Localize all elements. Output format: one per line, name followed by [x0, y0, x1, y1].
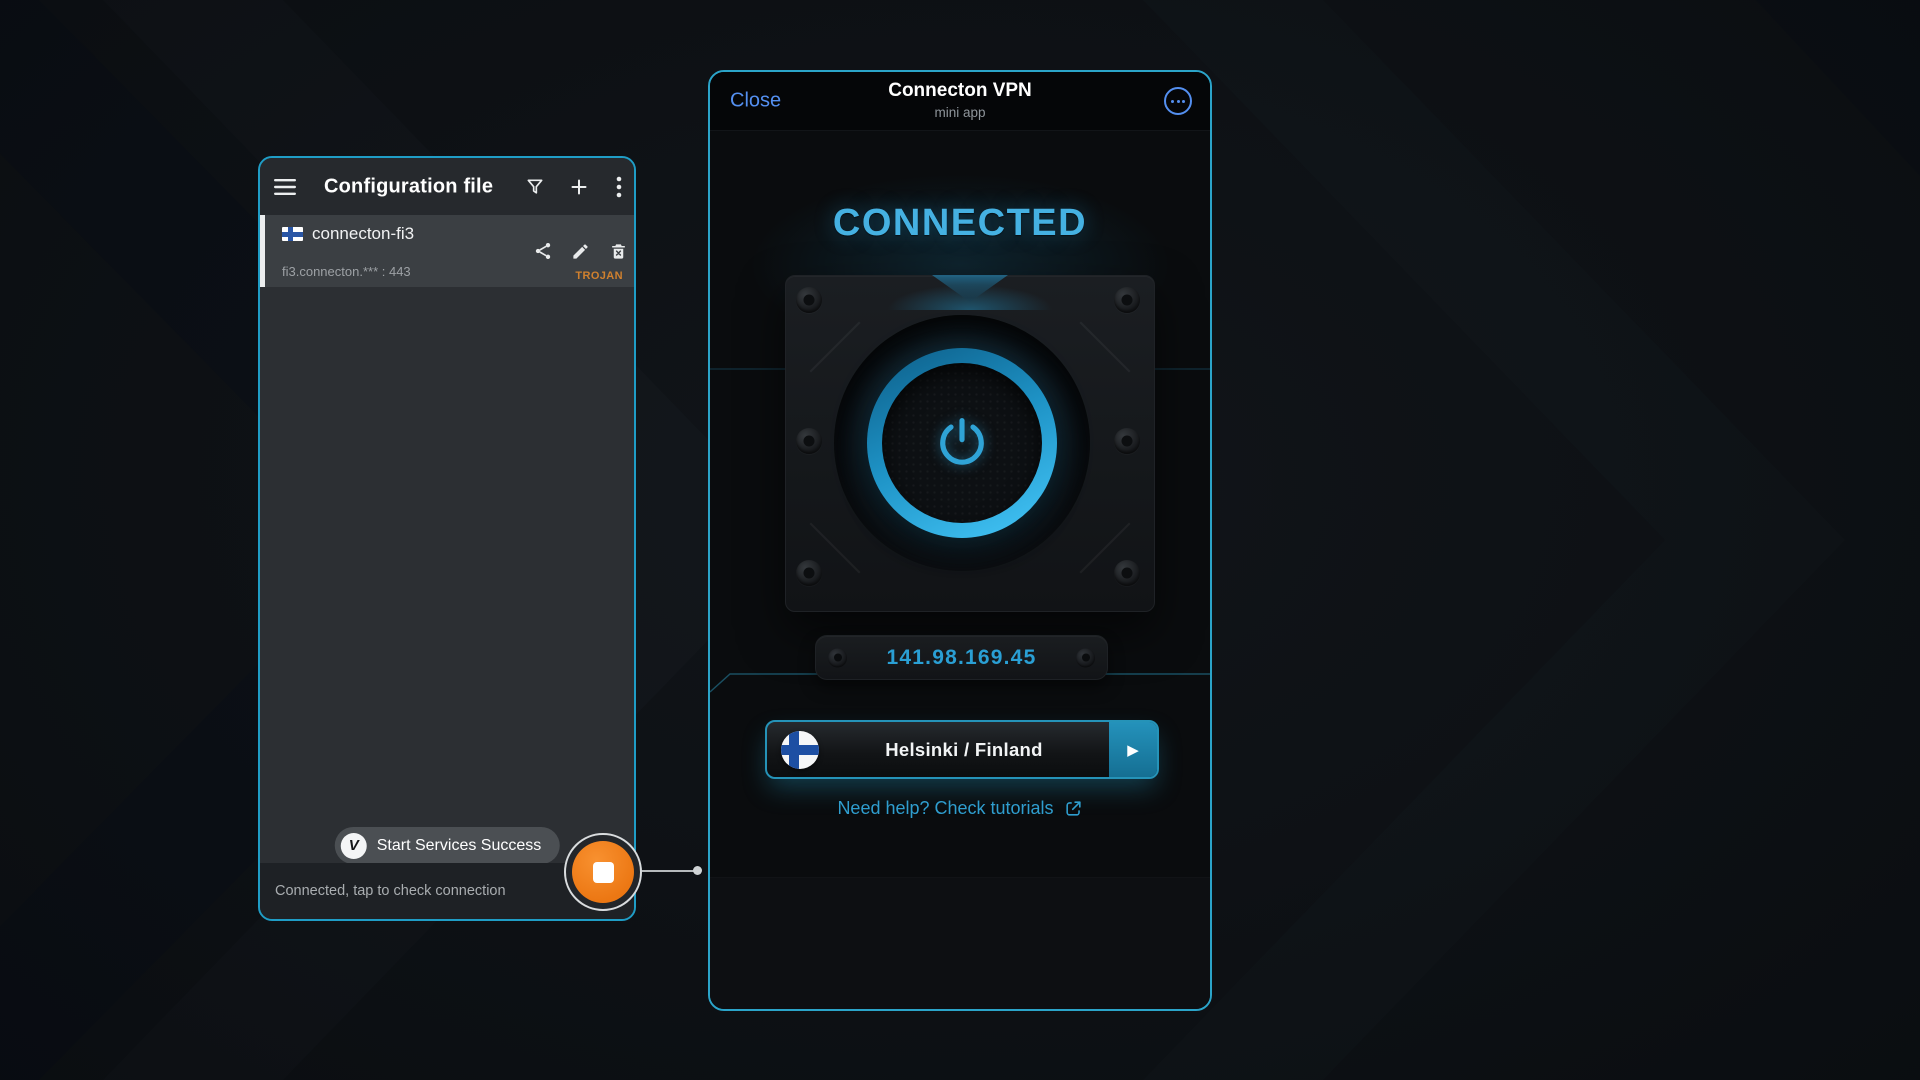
kebab-menu-icon[interactable]	[601, 169, 636, 205]
screw-icon	[796, 287, 822, 313]
finland-flag-icon	[282, 227, 303, 241]
profile-server: fi3.connecton.*** : 443	[282, 264, 411, 279]
configuration-panel: Configuration file connecton-fi3	[258, 156, 636, 921]
connector-line	[640, 870, 696, 872]
corner-cut-line	[810, 322, 861, 373]
power-button-well	[834, 315, 1090, 571]
share-icon[interactable]	[526, 234, 560, 268]
tutorials-link-text: Need help? Check tutorials	[837, 798, 1053, 819]
profile-protocol-badge: TROJAN	[575, 270, 623, 282]
power-button[interactable]	[867, 348, 1057, 538]
mini-app-footer	[710, 877, 1210, 1009]
screw-icon	[828, 648, 847, 667]
panel-title: Configuration file	[324, 175, 493, 198]
ip-address-plate: 141.98.169.45	[815, 635, 1108, 680]
play-arrow-icon[interactable]: ▶	[1109, 722, 1157, 777]
tutorials-link[interactable]: Need help? Check tutorials	[710, 798, 1210, 819]
connection-status-label: CONNECTED	[710, 199, 1210, 247]
add-icon[interactable]	[561, 169, 597, 205]
configuration-header: Configuration file	[260, 158, 634, 215]
toast-text: Start Services Success	[377, 837, 542, 855]
location-selector[interactable]: Helsinki / Finland ▶	[765, 720, 1159, 779]
screw-icon	[796, 560, 822, 586]
profile-name: connecton-fi3	[312, 224, 414, 244]
stop-service-button[interactable]	[563, 832, 643, 912]
profile-row[interactable]: connecton-fi3 fi3.connecton.*** : 443 TR…	[260, 215, 634, 287]
v2ray-logo-icon: V	[341, 833, 367, 859]
connector-dot	[693, 866, 702, 875]
corner-cut-line	[1080, 322, 1131, 373]
fab-ring	[564, 833, 642, 911]
power-icon	[935, 415, 989, 471]
mini-app-header: Close Connecton VPN mini app	[710, 72, 1210, 131]
ip-address: 141.98.169.45	[887, 646, 1037, 670]
toast-notification: V Start Services Success	[335, 827, 560, 864]
more-options-icon[interactable]	[1164, 87, 1192, 115]
selected-indicator	[260, 215, 265, 287]
location-label: Helsinki / Finland	[819, 739, 1109, 761]
screw-icon	[1114, 287, 1140, 313]
finland-flag-icon	[781, 731, 819, 769]
connection-status-text: Connected, tap to check connection	[275, 883, 506, 899]
power-button-face	[882, 363, 1042, 523]
mini-app-subtitle: mini app	[710, 105, 1210, 120]
mini-app-panel: Close Connecton VPN mini app CONNECTED	[708, 70, 1212, 1011]
filter-icon[interactable]	[517, 169, 553, 205]
screw-icon	[1076, 648, 1095, 667]
screw-icon	[796, 428, 822, 454]
mini-app-title: Connecton VPN	[710, 80, 1210, 102]
desktop-background: Configuration file connecton-fi3	[0, 0, 1920, 1080]
external-link-icon	[1064, 799, 1083, 818]
delete-icon[interactable]	[601, 234, 635, 268]
screw-icon	[1114, 560, 1140, 586]
screw-icon	[1114, 428, 1140, 454]
edit-icon[interactable]	[563, 234, 597, 268]
power-plate	[785, 275, 1155, 612]
stop-icon	[593, 862, 614, 883]
hamburger-menu-icon[interactable]	[267, 169, 303, 205]
